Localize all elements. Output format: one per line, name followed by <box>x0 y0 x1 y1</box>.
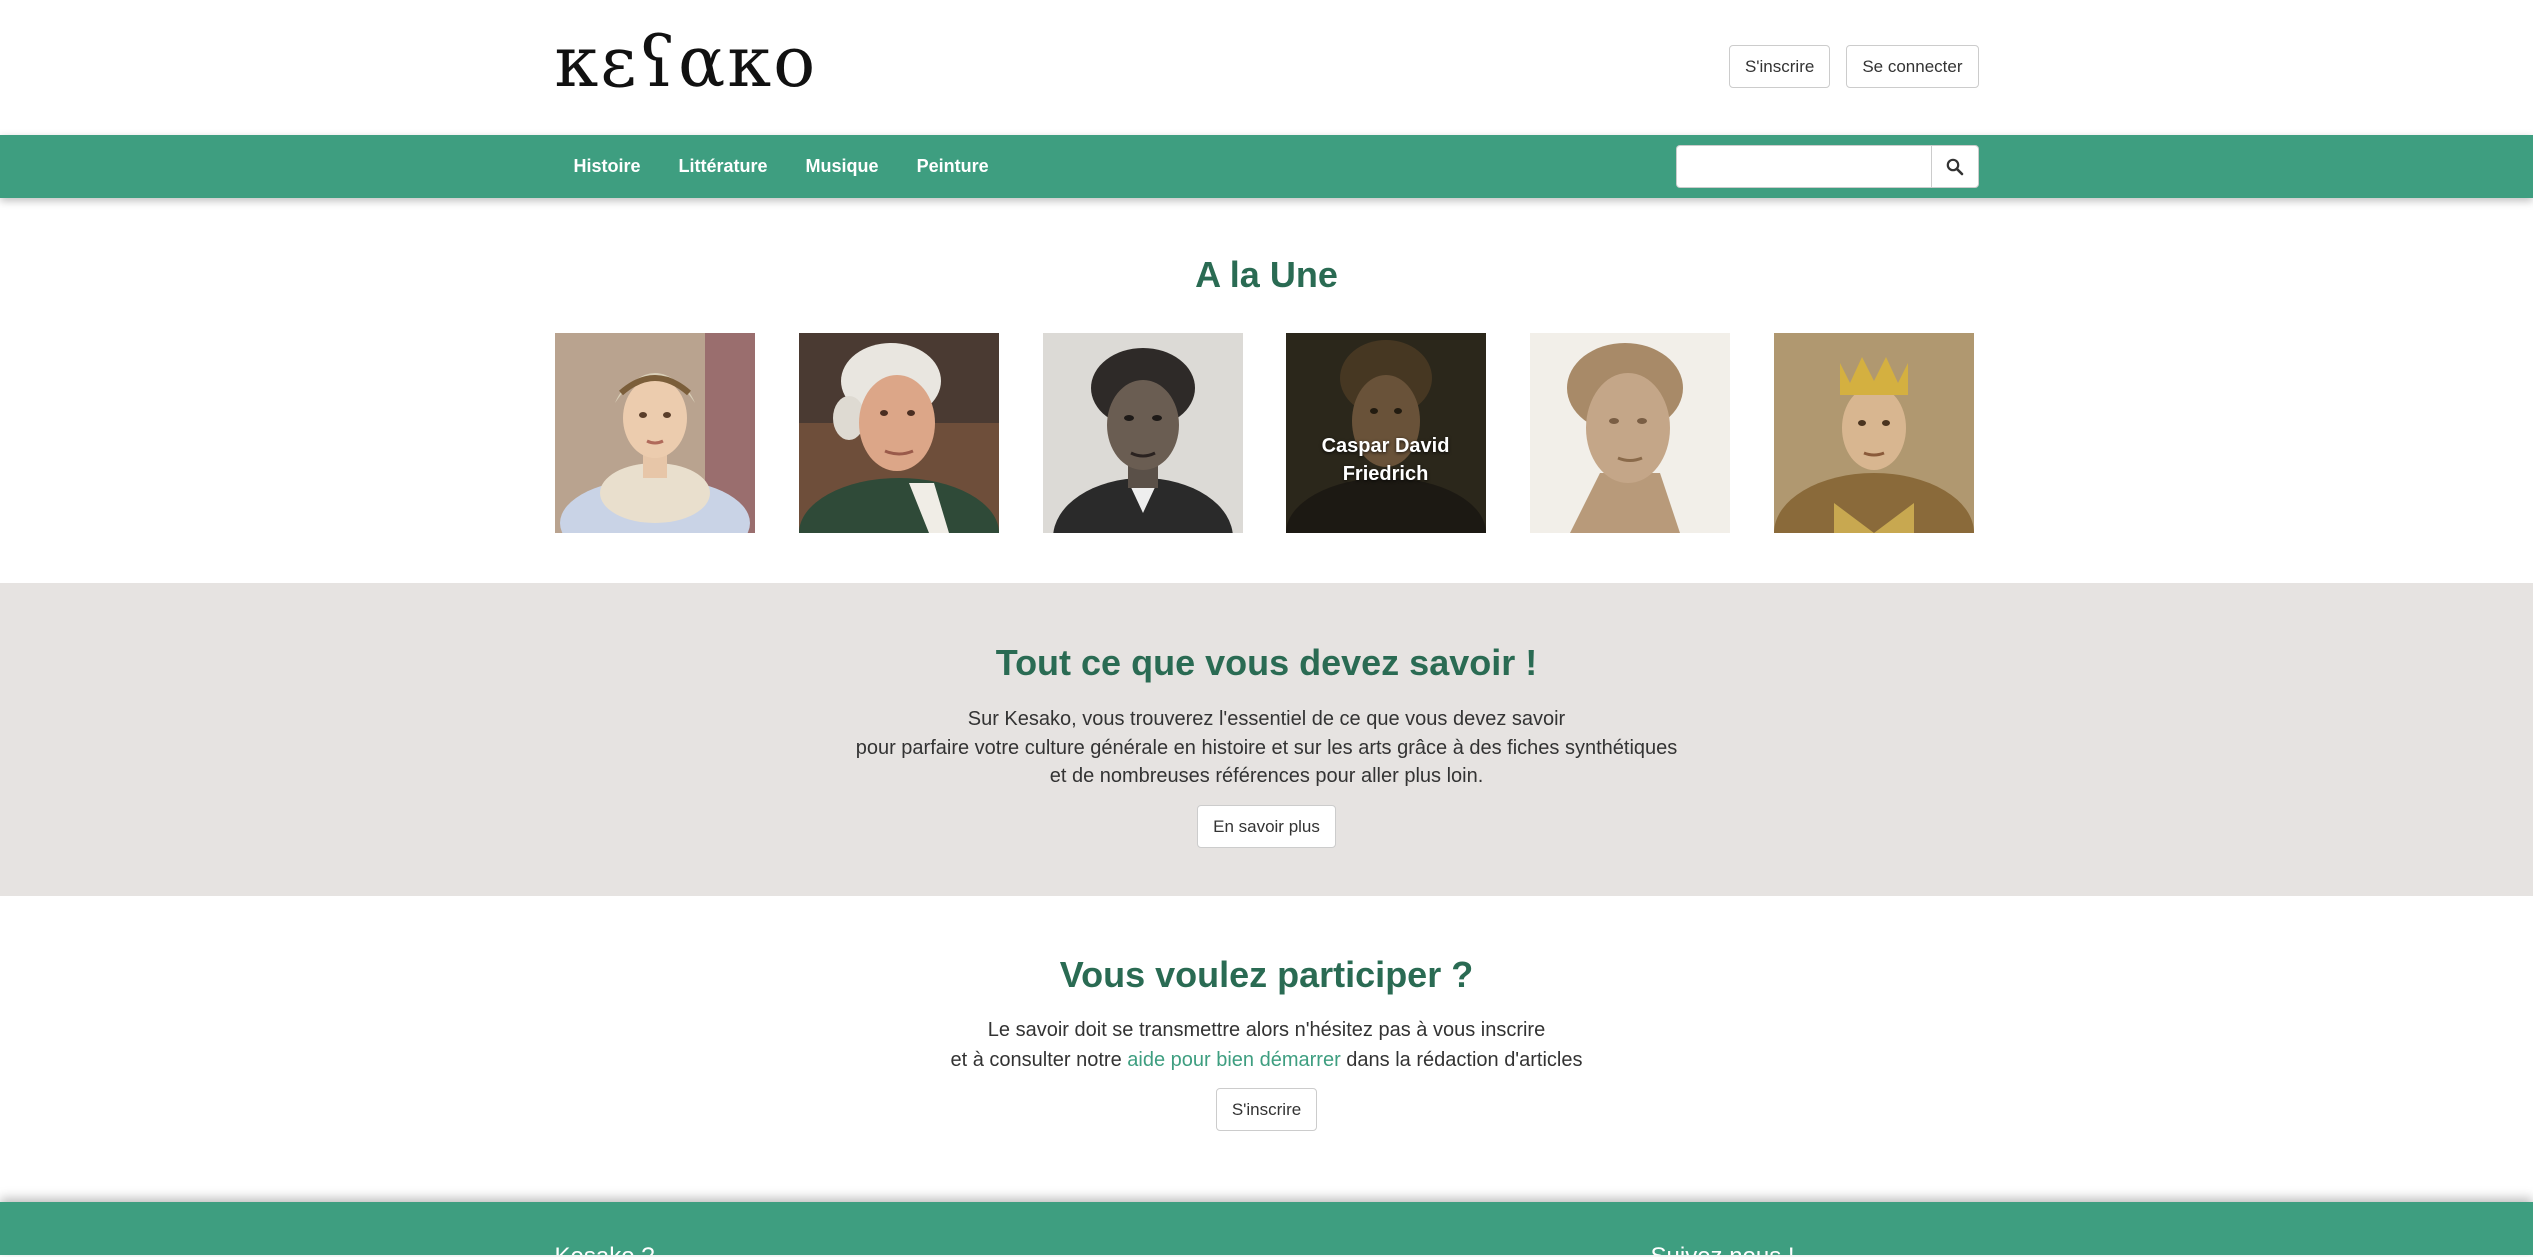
about-section: Tout ce que vous devez savoir ! Sur Kesa… <box>0 583 2533 896</box>
featured-card[interactable] <box>554 333 755 533</box>
nav-item-litterature[interactable]: Littérature <box>660 135 787 198</box>
participate-text-after: dans la rédaction d'articles <box>1340 1048 1583 1071</box>
search-form <box>1675 145 1979 188</box>
nav-item-histoire[interactable]: Histoire <box>555 135 660 198</box>
getting-started-link[interactable]: aide pour bien démarrer <box>1127 1049 1340 1071</box>
featured-section: A la Une Caspar David Friedrich <box>0 198 2533 583</box>
participate-section: Vous voulez participer ? Le savoir doit … <box>0 896 2533 1202</box>
search-icon <box>1946 158 1963 175</box>
participate-text: Le savoir doit se transmettre alors n'hé… <box>0 1016 2533 1075</box>
about-text-line: Sur Kesako, vous trouverez l'essentiel d… <box>967 708 1566 730</box>
search-input[interactable] <box>1675 145 1931 188</box>
participate-text-line: et à consulter notre aide pour bien déma… <box>0 1046 2533 1076</box>
portrait-king-crown-image <box>1773 333 1974 533</box>
participate-signup-button[interactable]: S'inscrire <box>1215 1088 1318 1131</box>
participate-title: Vous voulez participer ? <box>1059 954 1474 995</box>
site-logo[interactable]: κεʕακο <box>555 22 818 102</box>
about-text-line: pour parfaire votre culture générale en … <box>855 736 1678 759</box>
nav-item-peinture[interactable]: Peinture <box>898 135 1008 198</box>
footer-follow-title: Suivez nous ! <box>1651 1242 1795 1255</box>
login-button[interactable]: Se connecter <box>1846 45 1979 88</box>
search-button[interactable] <box>1930 145 1979 188</box>
featured-card[interactable] <box>1773 333 1974 533</box>
main-nav: Histoire Littérature Musique Peinture <box>0 135 2533 198</box>
portrait-woman-bonnet-image <box>554 333 755 533</box>
featured-card[interactable] <box>798 333 999 533</box>
nav-links: Histoire Littérature Musique Peinture <box>555 135 1008 198</box>
about-text: Sur Kesako, vous trouverez l'essentiel d… <box>0 705 2533 791</box>
featured-card[interactable] <box>1042 333 1243 533</box>
featured-card[interactable]: Caspar David Friedrich <box>1285 333 1486 533</box>
participate-text-before: et à consulter notre <box>950 1048 1128 1071</box>
signup-button[interactable]: S'inscrire <box>1728 45 1831 88</box>
featured-title: A la Une <box>1195 254 1338 295</box>
about-title: Tout ce que vous devez savoir ! <box>995 642 1538 683</box>
portrait-man-white-wig-image <box>798 333 999 533</box>
featured-card[interactable] <box>1529 333 1730 533</box>
auth-buttons: S'inscrire Se connecter <box>1728 45 1979 88</box>
site-header: κεʕακο S'inscrire Se connecter <box>0 0 2533 135</box>
participate-text-line: Le savoir doit se transmettre alors n'hé… <box>987 1019 1546 1041</box>
footer-about-title: Kesako ? <box>555 1242 655 1255</box>
nav-item-musique[interactable]: Musique <box>787 135 898 198</box>
portrait-man-curly-hair-image <box>1042 333 1243 533</box>
featured-cards: Caspar David Friedrich <box>554 333 1979 533</box>
learn-more-button[interactable]: En savoir plus <box>1197 804 1336 848</box>
site-footer: Kesako ? Suivez nous ! <box>0 1202 2533 1255</box>
featured-card-label: Caspar David Friedrich <box>1321 435 1450 485</box>
about-text-line: et de nombreuses références pour aller p… <box>1049 765 1484 787</box>
marble-bust-image <box>1529 333 1730 533</box>
